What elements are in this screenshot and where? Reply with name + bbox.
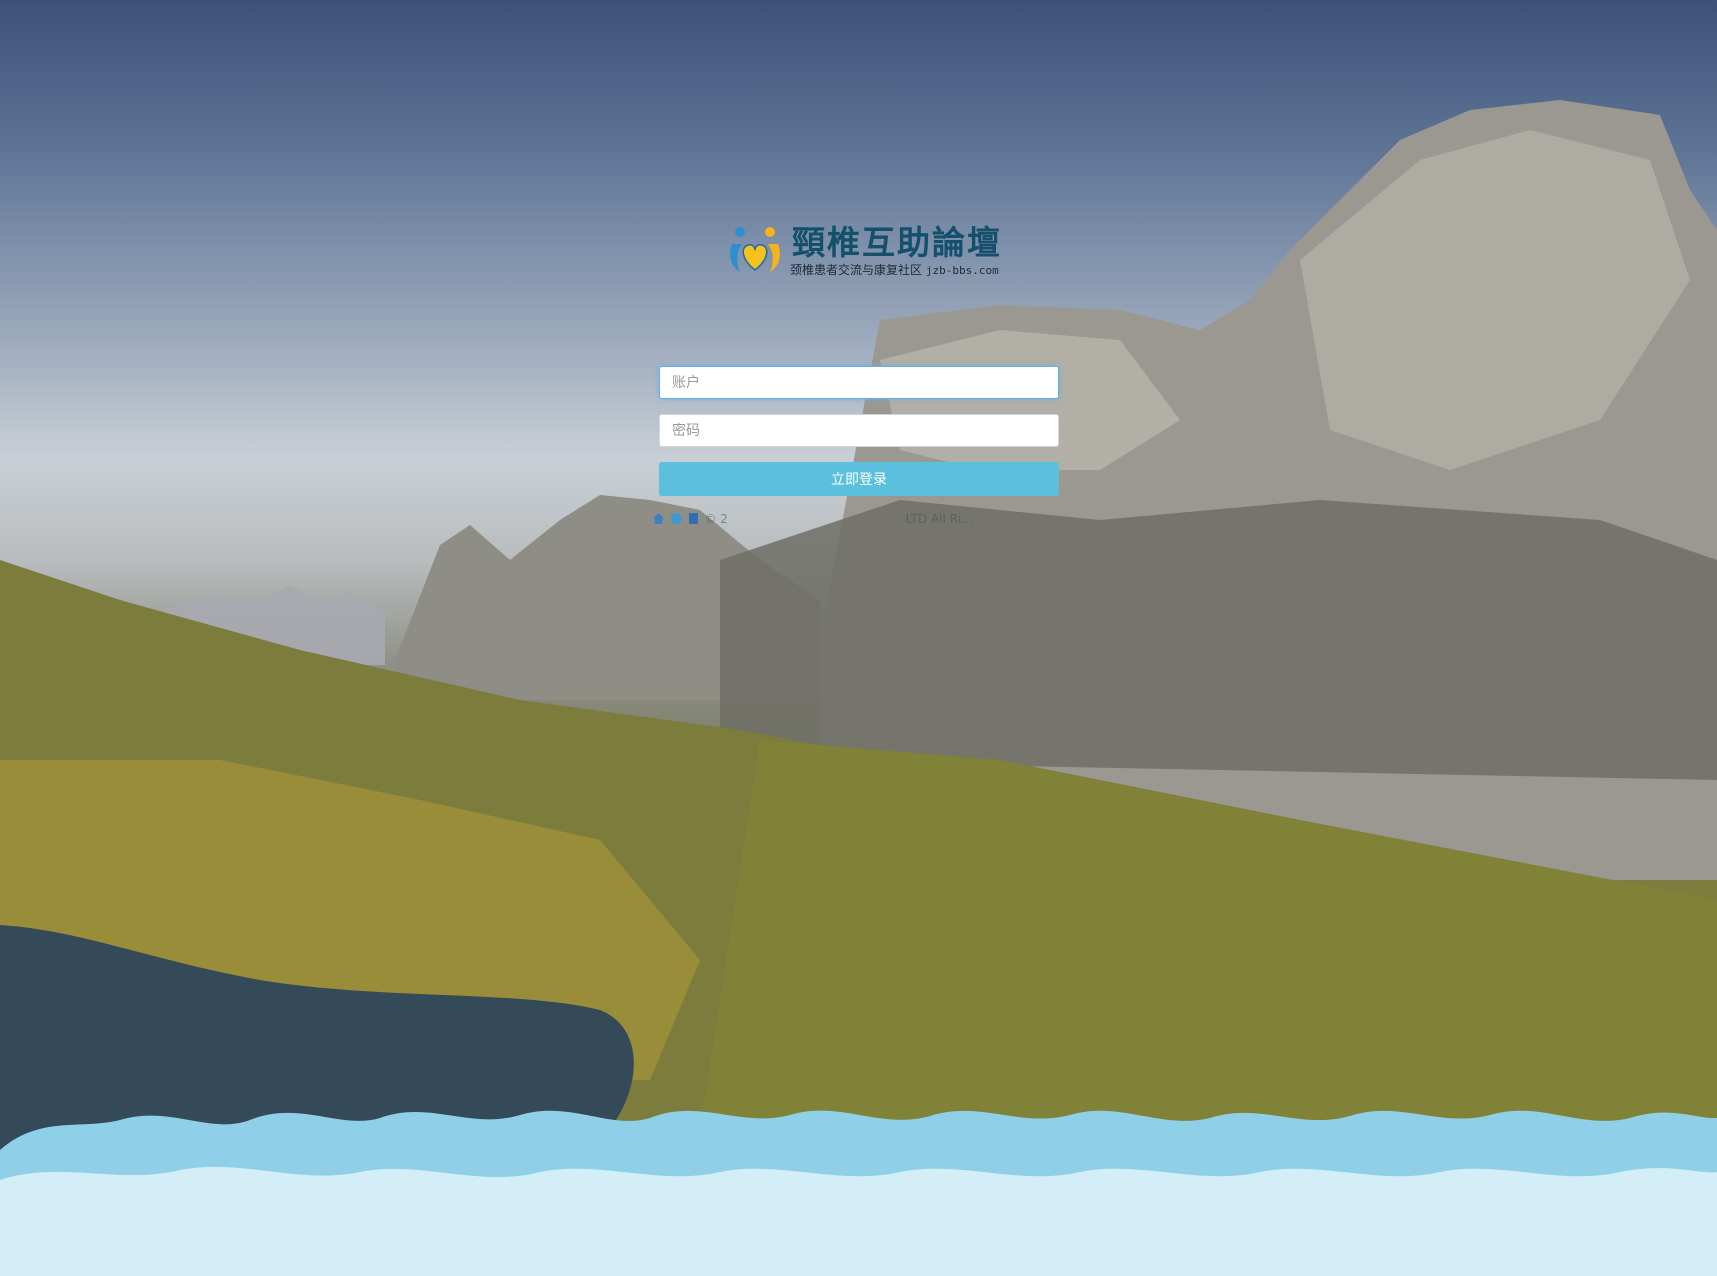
home-icon[interactable] <box>653 513 664 524</box>
background-landscape <box>0 0 1717 1276</box>
account-input[interactable] <box>659 366 1059 399</box>
landscape-illustration <box>0 100 1717 1276</box>
login-form: 立即登录 <box>659 366 1059 496</box>
logo-title: 頸椎互助論壇 <box>792 223 1002 262</box>
logo-domain: jzb-bbs.com <box>925 264 999 277</box>
globe-icon[interactable] <box>670 513 682 524</box>
login-button[interactable]: 立即登录 <box>659 462 1059 496</box>
footer: © 2 LTD All Ri... <box>653 511 973 527</box>
logo-subtitle: 颈椎患者交流与康复社区 jzb-bbs.com <box>790 263 999 278</box>
logo-tagline: 颈椎患者交流与康复社区 <box>790 263 923 277</box>
copyright-prefix: © 2 <box>704 512 728 526</box>
two-people-heart-logo-icon <box>730 227 780 272</box>
copyright-suffix: LTD All Ri... <box>905 512 973 526</box>
book-icon[interactable] <box>688 513 698 524</box>
site-logo[interactable]: 頸椎互助論壇 颈椎患者交流与康复社区 jzb-bbs.com <box>726 224 1000 282</box>
password-input[interactable] <box>659 414 1059 447</box>
